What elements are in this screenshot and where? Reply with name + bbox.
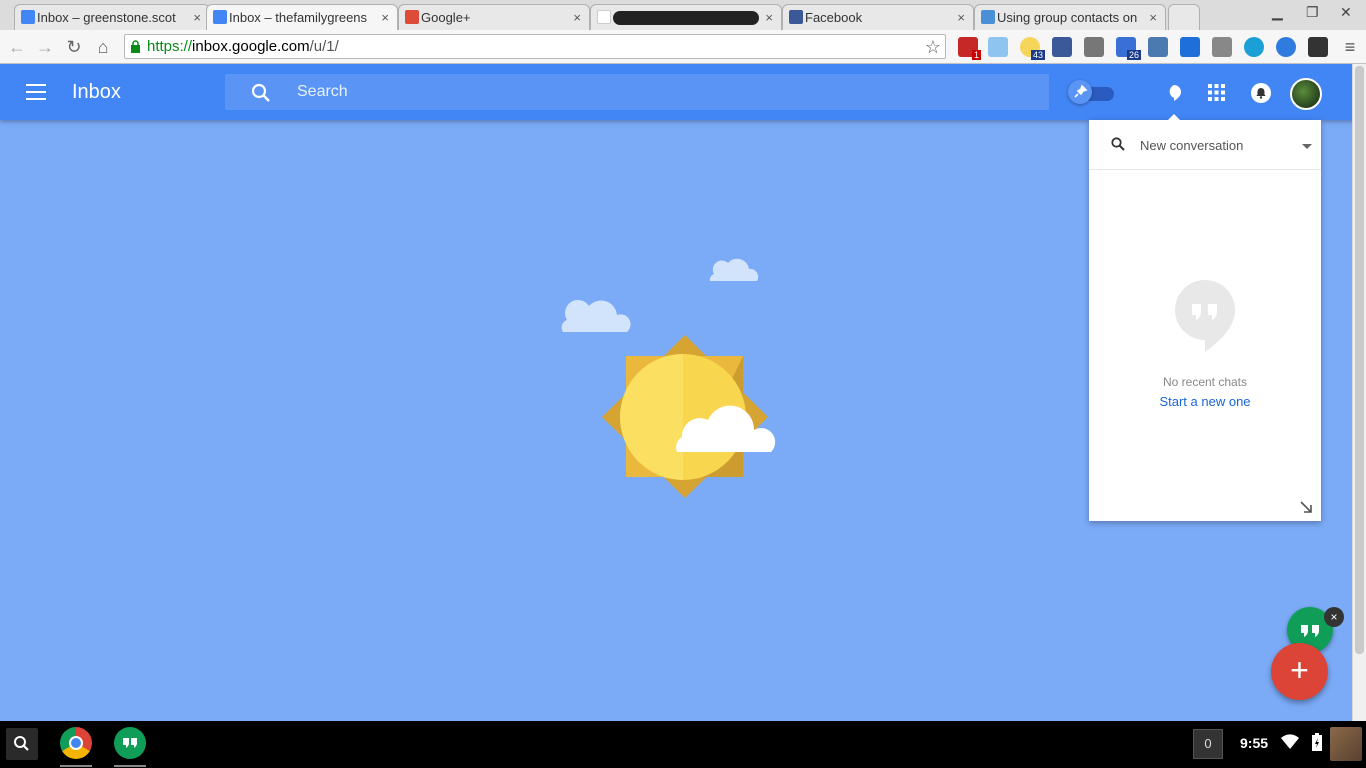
- wifi-icon[interactable]: [1281, 734, 1299, 750]
- empty-chat-quote-icon: [1175, 280, 1235, 352]
- account-avatar[interactable]: [1290, 78, 1322, 110]
- chrome-running-indicator: [60, 765, 92, 767]
- os-taskbar: 0 9:55: [0, 721, 1366, 768]
- inbox-favicon-icon: [213, 10, 227, 24]
- expand-arrow-icon[interactable]: [1299, 500, 1313, 514]
- main-menu-icon[interactable]: [26, 84, 46, 100]
- clock-time[interactable]: 9:55: [1240, 735, 1268, 751]
- page-scrollbar[interactable]: [1352, 64, 1366, 721]
- hangouts-fab-close-icon[interactable]: ×: [1324, 607, 1344, 627]
- compose-button[interactable]: +: [1271, 643, 1328, 700]
- hangouts-panel: New conversation No recent chats Start a…: [1089, 120, 1321, 521]
- search-box[interactable]: [225, 74, 1049, 110]
- search-input[interactable]: [297, 80, 997, 104]
- launcher-search-button[interactable]: [6, 728, 38, 760]
- panel-header[interactable]: New conversation: [1089, 120, 1321, 170]
- notifications-bell-icon[interactable]: [1251, 83, 1271, 103]
- panel-caret-pointer: [1167, 114, 1181, 121]
- pin-icon: [1068, 80, 1092, 104]
- user-avatar[interactable]: [1330, 727, 1362, 761]
- search-icon[interactable]: [251, 83, 271, 103]
- hangouts-app-icon[interactable]: [114, 727, 146, 759]
- apps-grid-icon[interactable]: [1208, 84, 1225, 101]
- hangouts-icon[interactable]: [1166, 84, 1182, 102]
- tab-label: Inbox – thefamilygreens: [229, 10, 368, 25]
- launcher-search-icon: [14, 736, 29, 751]
- cloud-small-icon: [709, 258, 759, 281]
- inbox-app-bar: Inbox: [0, 64, 1366, 120]
- cloud-medium-icon: [561, 299, 631, 332]
- start-new-chat-link[interactable]: Start a new one: [1089, 394, 1321, 409]
- pinned-toggle[interactable]: [1068, 80, 1116, 104]
- no-recent-chats-text: No recent chats: [1162, 375, 1248, 389]
- scrollbar-thumb[interactable]: [1355, 66, 1364, 654]
- app-title: Inbox: [72, 81, 121, 103]
- panel-search-icon: [1111, 137, 1125, 151]
- notification-counter[interactable]: 0: [1193, 729, 1223, 759]
- battery-icon[interactable]: [1312, 733, 1322, 751]
- chevron-down-icon[interactable]: [1302, 144, 1312, 149]
- chrome-app-icon[interactable]: [60, 727, 92, 759]
- tab-close-icon[interactable]: ×: [381, 10, 389, 25]
- tab-inbox-thefamilygreens[interactable]: Inbox – thefamilygreens ×: [206, 4, 398, 30]
- hangouts-running-indicator: [114, 765, 146, 767]
- new-conversation-label[interactable]: New conversation: [1140, 138, 1243, 153]
